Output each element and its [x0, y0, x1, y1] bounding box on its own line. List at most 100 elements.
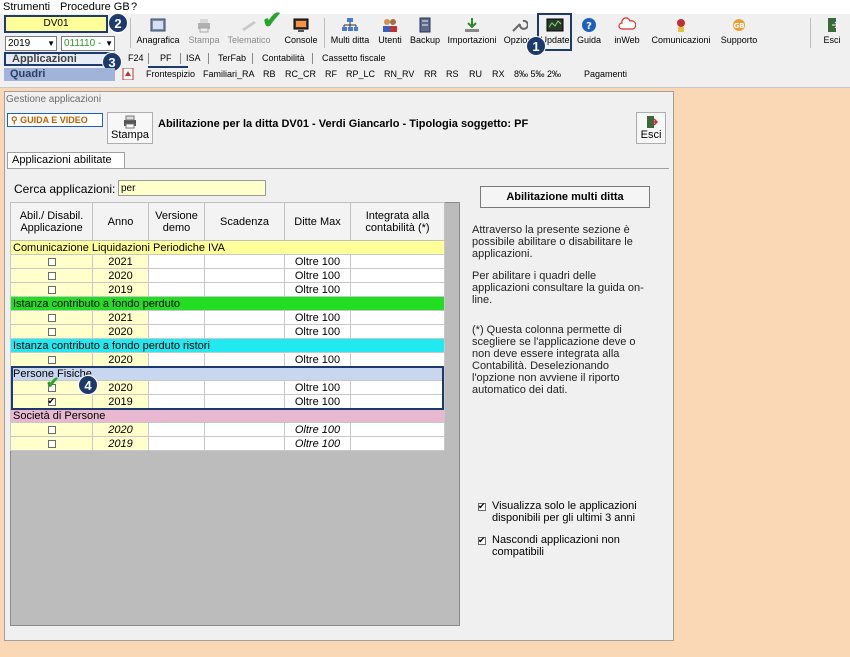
menu-help[interactable]: ? [131, 1, 137, 13]
tab-pf[interactable]: PF [160, 53, 172, 63]
pdf-icon[interactable] [122, 68, 134, 80]
abil-cell[interactable] [10, 436, 93, 451]
tab-applicazioni-abilitate[interactable]: Applicazioni abilitate [7, 152, 125, 168]
comunicazioni-label: Comunicazioni [651, 35, 711, 45]
utenti-button[interactable]: Utenti [375, 16, 405, 50]
year-select[interactable]: 2019 ▼ [5, 36, 57, 51]
enable-checkbox[interactable] [47, 271, 56, 280]
tab-frontespizio[interactable]: Frontespizio [146, 69, 195, 79]
tab-rs[interactable]: RS [446, 69, 459, 79]
esci-button[interactable]: Esci [636, 112, 666, 144]
stampa-button[interactable]: Stampa [107, 112, 153, 144]
tab-familiari-ra[interactable]: Familiari_RA [203, 69, 255, 79]
tab-separator [252, 53, 253, 64]
search-icon: ⚲ [11, 115, 21, 125]
guida-video-button[interactable]: ⚲ GUIDA E VIDEO [7, 113, 103, 127]
esci-toolbar-button[interactable]: Esci [818, 16, 846, 50]
table-row[interactable]: 2020 Oltre 100 [10, 422, 445, 437]
tab-contabilita[interactable]: Contabilità [262, 53, 305, 63]
help-icon: ? [582, 18, 596, 32]
tab-rf[interactable]: RF [325, 69, 337, 79]
table-row[interactable]: 2020 Oltre 100 [10, 352, 445, 367]
tab-rb[interactable]: RB [263, 69, 276, 79]
integrata-cell [350, 268, 445, 283]
col-versione-demo: Versione demo [148, 202, 205, 241]
menu-procedure-gb[interactable]: Procedure GB [60, 1, 130, 13]
enable-checkbox[interactable] [47, 313, 56, 322]
table-row[interactable]: 2021 Oltre 100 [10, 254, 445, 269]
download-icon [465, 18, 479, 32]
abilitazione-multi-ditta-button[interactable]: Abilitazione multi ditta [480, 186, 650, 208]
menu-strumenti[interactable]: Strumenti [3, 1, 50, 13]
enable-checkbox[interactable] [47, 285, 56, 294]
code-select[interactable]: 011110 - ▼ [61, 36, 115, 51]
tab-rx[interactable]: RX [492, 69, 505, 79]
abil-cell[interactable] [10, 268, 93, 283]
checkbox-nascondi-non-compatibili[interactable] [478, 534, 486, 546]
stampa-toolbar-button[interactable]: Stampa [186, 16, 222, 50]
info-text-1: Attraverso la presente sezione è possibi… [472, 224, 633, 260]
option-ultimi-3-anni[interactable]: Visualizza solo le applicazioni disponib… [478, 500, 658, 524]
option-nascondi-non-compatibili[interactable]: Nascondi applicazioni non compatibili [478, 534, 658, 558]
enable-checkbox[interactable] [47, 327, 56, 336]
backup-button[interactable]: Backup [409, 16, 441, 50]
integrata-cell [350, 422, 445, 437]
integrata-cell [350, 352, 445, 367]
importazioni-button[interactable]: Importazioni [445, 16, 499, 50]
abil-cell[interactable] [10, 352, 93, 367]
console-button[interactable]: Console [282, 16, 320, 50]
tab-ru[interactable]: RU [469, 69, 482, 79]
enable-checkbox[interactable] [47, 425, 56, 434]
anagrafica-button[interactable]: Anagrafica [135, 16, 181, 50]
tab-f24[interactable]: F24 [128, 53, 144, 63]
tab-terfab[interactable]: TerFab [218, 53, 246, 63]
abil-cell[interactable] [10, 310, 93, 325]
scadenza-cell [204, 436, 285, 451]
tab-rr[interactable]: RR [424, 69, 437, 79]
svg-text:GB: GB [733, 22, 744, 30]
table-row[interactable]: 2020 Oltre 100 [10, 324, 445, 339]
abil-cell[interactable] [10, 324, 93, 339]
supporto-button[interactable]: GB Supporto [716, 16, 762, 50]
col-ditte-max: Ditte Max [284, 202, 351, 241]
enable-checkbox[interactable] [47, 355, 56, 364]
table-row[interactable]: 2021 Oltre 100 [10, 310, 445, 325]
abil-cell[interactable] [10, 282, 93, 297]
enable-checkbox[interactable] [47, 439, 56, 448]
tab-divider [7, 168, 669, 169]
tab-separator [148, 53, 149, 64]
window-title: Gestione applicazioni [6, 94, 102, 105]
versione-demo-cell [148, 422, 205, 437]
checkbox-ultimi-3-anni[interactable] [478, 500, 486, 512]
tab-otto-per-mille[interactable]: 8‰ 5‰ 2‰ [514, 69, 561, 79]
importazioni-label: Importazioni [447, 35, 497, 45]
console-icon [293, 18, 309, 32]
nav-applicazioni[interactable]: Applicazioni [4, 52, 115, 66]
table-row[interactable]: 2020 Oltre 100 [10, 268, 445, 283]
tab-cassetto-fiscale[interactable]: Cassetto fiscale [322, 53, 386, 63]
enable-checkbox[interactable] [47, 257, 56, 266]
guida-button[interactable]: ? Guida [574, 16, 604, 50]
table-row[interactable]: 2019 Oltre 100 [10, 436, 445, 451]
abil-cell[interactable] [10, 422, 93, 437]
integrata-cell [350, 324, 445, 339]
tab-rc-cr[interactable]: RC_CR [285, 69, 316, 79]
tab-separator [208, 53, 209, 64]
scadenza-cell [204, 310, 285, 325]
nav-quadri[interactable]: Quadri [4, 68, 115, 81]
comunicazioni-button[interactable]: Comunicazioni [650, 16, 712, 50]
anno-cell: 2020 [92, 268, 149, 283]
tab-rp-lc[interactable]: RP_LC [346, 69, 375, 79]
chevron-down-icon: ▼ [47, 39, 55, 48]
exit-icon [828, 18, 839, 32]
multi-ditta-button[interactable]: Multi ditta [328, 16, 372, 50]
abil-cell[interactable] [10, 254, 93, 269]
tab-rn-rv[interactable]: RN_RV [384, 69, 414, 79]
search-input[interactable] [118, 180, 266, 196]
inweb-button[interactable]: inWeb [608, 16, 646, 50]
tab-pagamenti[interactable]: Pagamenti [584, 69, 627, 79]
table-row[interactable]: 2019 Oltre 100 [10, 282, 445, 297]
firm-selector[interactable]: DV01 [4, 15, 108, 33]
tab-isa[interactable]: ISA [186, 53, 201, 63]
tab-separator [312, 53, 313, 64]
